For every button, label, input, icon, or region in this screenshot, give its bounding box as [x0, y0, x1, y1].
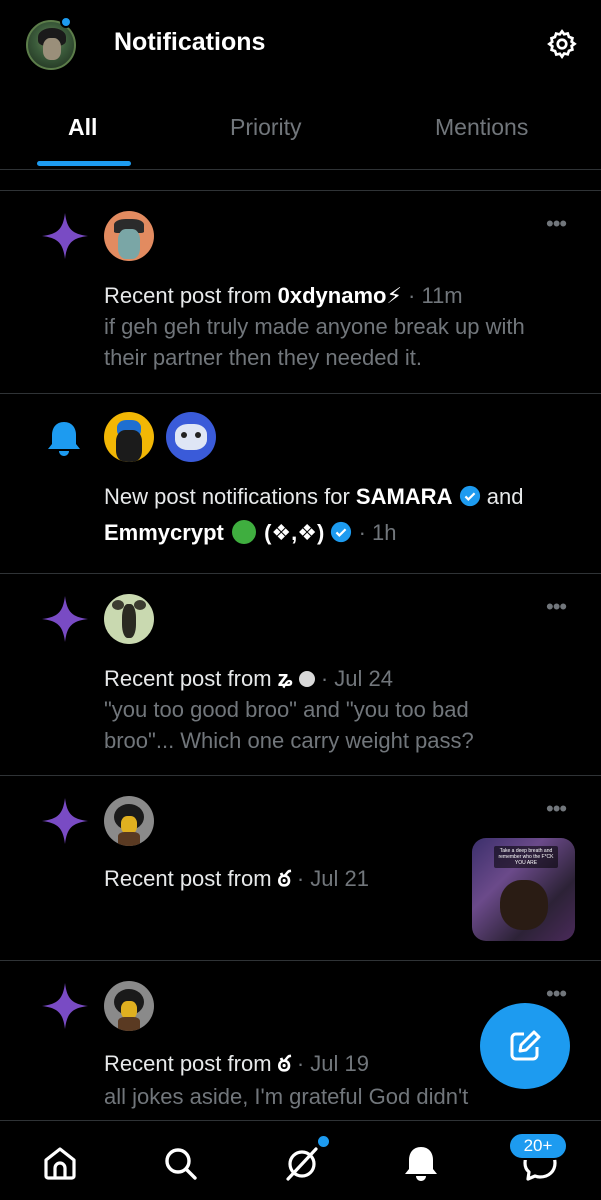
username[interactable]: ఠ	[278, 866, 291, 891]
sparkle-icon	[42, 983, 88, 1029]
search-icon[interactable]	[160, 1143, 200, 1183]
notification-item[interactable]: New post notifications for SAMARA and Em…	[0, 394, 601, 572]
sparkle-icon	[42, 596, 88, 642]
timestamp: · 11m	[408, 283, 463, 308]
timestamp: · 1h	[358, 520, 397, 545]
sparkle-icon	[42, 213, 88, 259]
username[interactable]: SAMARA	[356, 484, 453, 509]
more-options-icon[interactable]: •••	[546, 594, 567, 620]
notification-item[interactable]: ••• Recent post from 0xdynamo⚡ · 11m if …	[0, 191, 601, 393]
bottom-nav	[0, 1120, 601, 1200]
home-icon[interactable]	[40, 1143, 80, 1183]
sparkle-icon	[42, 798, 88, 844]
gear-icon[interactable]	[546, 28, 578, 60]
notification-item[interactable]: ••• Recent post from ʑ · Jul 24 "you too…	[0, 574, 601, 774]
grok-icon[interactable]	[282, 1143, 322, 1183]
grok-notification-dot	[318, 1136, 329, 1147]
green-circle-icon	[231, 520, 256, 544]
user-avatar[interactable]	[104, 594, 154, 644]
timestamp: · Jul 24	[320, 666, 393, 691]
thumbnail-face	[500, 880, 548, 930]
tab-mentions[interactable]: Mentions	[435, 114, 528, 141]
username[interactable]: Emmycrypt	[104, 520, 224, 545]
tab-priority[interactable]: Priority	[230, 114, 302, 141]
post-preview: "you too good broo" and "you too bad bro…	[104, 697, 474, 753]
notification-headline: New post notifications for SAMARA and	[104, 484, 524, 509]
notification-headline: Recent post from ఠ · Jul 19	[104, 1051, 369, 1076]
messages-badge: 20+	[508, 1132, 568, 1160]
avatar-notification-dot	[60, 16, 72, 28]
notification-headline: Recent post from ʑ · Jul 24	[104, 666, 393, 691]
post-preview: all jokes aside, I'm grateful God didn't	[104, 1084, 469, 1109]
thumbnail-caption: Take a deep breath and remember who the …	[494, 846, 558, 868]
timestamp: · Jul 19	[296, 1051, 369, 1076]
notification-item[interactable]: ••• Recent post from ఠ · Jul 21 Take a d…	[0, 776, 601, 960]
user-avatar[interactable]	[104, 412, 154, 462]
avatar-face	[43, 38, 61, 60]
more-options-icon[interactable]: •••	[546, 981, 567, 1007]
compose-button[interactable]	[480, 1003, 570, 1089]
user-avatar[interactable]	[104, 211, 154, 261]
more-options-icon[interactable]: •••	[546, 796, 567, 822]
more-options-icon[interactable]: •••	[546, 211, 567, 237]
notification-headline-cont: Emmycrypt (❖,❖) · 1h	[104, 520, 397, 545]
timestamp: · Jul 21	[296, 866, 369, 891]
user-avatar[interactable]	[104, 981, 154, 1031]
username[interactable]: ʑ	[278, 666, 293, 691]
bell-icon	[48, 422, 80, 456]
user-avatar[interactable]	[166, 412, 216, 462]
face-emoji-icon	[298, 671, 315, 687]
username[interactable]: 0xdynamo⚡	[278, 283, 402, 308]
post-preview: if geh geh truly made anyone break up wi…	[104, 314, 525, 370]
notification-headline: Recent post from 0xdynamo⚡ · 11m	[104, 283, 463, 308]
compose-icon	[510, 1030, 541, 1061]
notification-headline: Recent post from ఠ · Jul 21	[104, 866, 369, 891]
header: Notifications	[0, 0, 601, 88]
profile-avatar[interactable]	[26, 20, 76, 70]
tab-all[interactable]: All	[68, 114, 97, 141]
username[interactable]: ఠ	[278, 1051, 291, 1076]
tab-bar: All Priority Mentions	[0, 100, 601, 170]
page-title: Notifications	[114, 28, 266, 56]
user-avatar[interactable]	[104, 796, 154, 846]
notifications-icon[interactable]	[401, 1143, 441, 1183]
verified-badge-icon	[331, 521, 352, 543]
verified-badge-icon	[459, 485, 480, 507]
media-thumbnail[interactable]: Take a deep breath and remember who the …	[472, 838, 575, 941]
active-tab-indicator	[37, 161, 131, 166]
